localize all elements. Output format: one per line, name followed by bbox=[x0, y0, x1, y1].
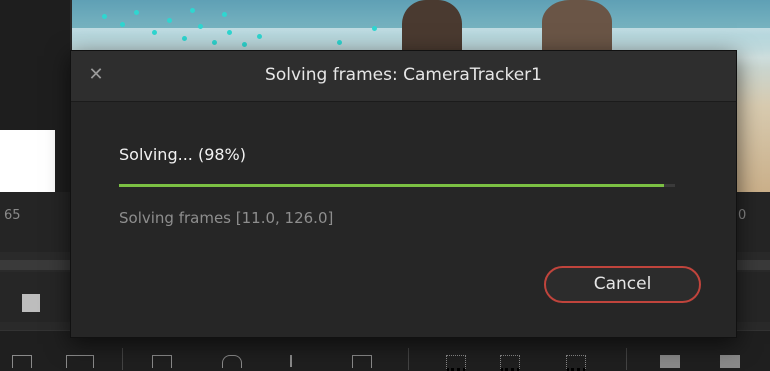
particle-tool-icon[interactable] bbox=[500, 355, 520, 371]
tracker-point bbox=[120, 22, 125, 27]
solving-dialog: ✕ Solving frames: CameraTracker1 Solving… bbox=[70, 50, 737, 338]
particle-tool-icon[interactable] bbox=[446, 355, 466, 371]
tracker-point bbox=[167, 18, 172, 23]
tracker-point bbox=[212, 40, 217, 45]
frame-end-label: 0 bbox=[738, 208, 747, 223]
solving-status: Solving... (98%) bbox=[119, 145, 246, 164]
toolbar-divider bbox=[122, 348, 123, 370]
solving-detail: Solving frames [11.0, 126.0] bbox=[119, 209, 334, 227]
tracker-point bbox=[337, 40, 342, 45]
tracker-point bbox=[222, 12, 227, 17]
tracker-point bbox=[198, 24, 203, 29]
tracker-point bbox=[134, 10, 139, 15]
tracker-point bbox=[372, 26, 377, 31]
tracker-point bbox=[242, 42, 247, 47]
tool-icon[interactable] bbox=[12, 355, 32, 368]
viewer-person bbox=[542, 0, 612, 55]
progress-bar-fill bbox=[119, 184, 664, 187]
paint-tool-icon[interactable] bbox=[290, 355, 310, 367]
tool-icon[interactable] bbox=[66, 355, 94, 368]
toolbar-divider bbox=[408, 348, 409, 370]
bspline-tool-icon[interactable] bbox=[222, 355, 242, 368]
tracker-point bbox=[227, 30, 232, 35]
progress-bar bbox=[119, 184, 675, 187]
shape-3d-tool-icon[interactable] bbox=[720, 355, 740, 368]
tracker-point bbox=[182, 36, 187, 41]
left-panel-preview bbox=[0, 130, 55, 192]
shape-tool-icon[interactable] bbox=[660, 355, 680, 368]
tracker-point bbox=[102, 14, 107, 19]
toolbar-divider bbox=[626, 348, 627, 370]
frame-start-label: 65 bbox=[4, 208, 21, 223]
cancel-button[interactable]: Cancel bbox=[544, 266, 701, 303]
stop-icon[interactable] bbox=[22, 294, 40, 312]
particle-tool-icon[interactable] bbox=[566, 355, 586, 371]
tracker-point bbox=[152, 30, 157, 35]
dialog-title: Solving frames: CameraTracker1 bbox=[265, 65, 542, 85]
left-panel bbox=[0, 0, 70, 192]
dialog-header: ✕ Solving frames: CameraTracker1 bbox=[71, 51, 736, 102]
tracker-point bbox=[257, 34, 262, 39]
polygon-tool-icon[interactable] bbox=[152, 355, 172, 368]
line-tool-icon[interactable] bbox=[352, 355, 372, 368]
tracker-point bbox=[190, 8, 195, 13]
